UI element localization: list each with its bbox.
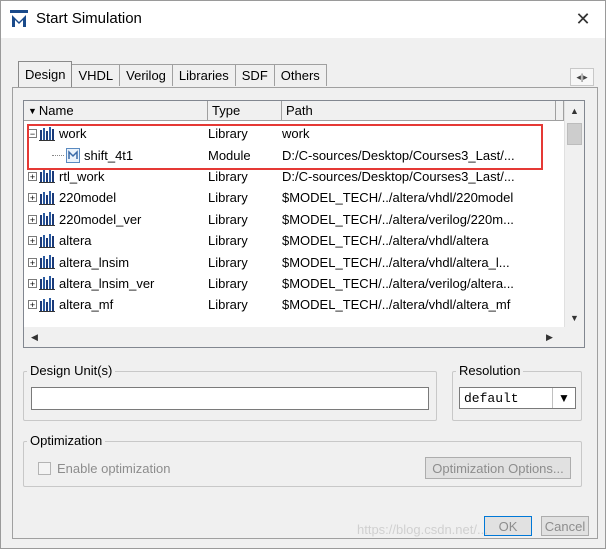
tab-vhdl[interactable]: VHDL bbox=[71, 64, 121, 86]
tree-row[interactable]: + altera_lnsim Library $MODEL_TECH/../al… bbox=[24, 251, 564, 272]
column-headers: ▼ Name Type Path bbox=[24, 101, 564, 121]
tab-scroll-icon: ◂|▸ bbox=[576, 71, 588, 82]
row-name: 220model bbox=[59, 190, 117, 206]
scroll-thumb[interactable] bbox=[567, 123, 582, 145]
tab-libraries[interactable]: Libraries bbox=[171, 64, 236, 86]
tree-row[interactable]: + altera_lnsim_ver Library $MODEL_TECH/.… bbox=[24, 273, 564, 294]
row-path: $MODEL_TECH/../altera/vhdl/220model bbox=[282, 190, 514, 206]
expand-icon[interactable]: + bbox=[28, 171, 37, 181]
cancel-button[interactable]: Cancel bbox=[541, 516, 589, 536]
row-path: $MODEL_TECH/../altera/vhdl/altera bbox=[282, 233, 489, 249]
tree-row[interactable]: + altera Library $MODEL_TECH/../altera/v… bbox=[24, 230, 564, 251]
window-title: Start Simulation bbox=[36, 10, 142, 27]
library-icon bbox=[39, 276, 55, 291]
row-path: $MODEL_TECH/../altera/vhdl/altera_l... bbox=[282, 254, 510, 270]
tab-design[interactable]: Design bbox=[18, 61, 73, 87]
expand-icon[interactable]: + bbox=[28, 278, 37, 288]
tree-rows: − work Library work shift_4t1 Module D:/… bbox=[24, 123, 564, 316]
scroll-left-icon[interactable]: ◀ bbox=[27, 330, 42, 344]
enable-optimization-row[interactable]: Enable optimization bbox=[38, 461, 170, 476]
tab-sdf[interactable]: SDF bbox=[234, 64, 275, 86]
collapse-icon[interactable]: − bbox=[28, 129, 37, 139]
column-header-type[interactable]: Type bbox=[208, 101, 282, 121]
row-name: altera bbox=[59, 233, 92, 249]
row-type: Module bbox=[208, 147, 251, 163]
vertical-scrollbar[interactable]: ▲ ▼ bbox=[564, 101, 584, 327]
tab-verilog[interactable]: Verilog bbox=[119, 64, 173, 86]
resolution-label: Resolution bbox=[456, 363, 524, 378]
row-path: D:/C-sources/Desktop/Courses3_Last/... bbox=[282, 168, 515, 184]
tree-row[interactable]: + 220model Library $MODEL_TECH/../altera… bbox=[24, 187, 564, 208]
optimization-label: Optimization bbox=[27, 433, 106, 448]
row-type: Library bbox=[208, 275, 248, 291]
row-path: work bbox=[282, 126, 310, 142]
row-name: work bbox=[59, 126, 87, 142]
tab-bar: Design VHDL Verilog Libraries SDF Others bbox=[18, 61, 327, 87]
row-type: Library bbox=[208, 297, 248, 313]
tab-others[interactable]: Others bbox=[273, 64, 327, 86]
expand-icon[interactable]: + bbox=[28, 257, 37, 267]
watermark-text: https://blog.csdn.net/... bbox=[357, 522, 488, 537]
row-name: altera_lnsim bbox=[59, 254, 130, 270]
row-path: $MODEL_TECH/../altera/verilog/220m... bbox=[282, 211, 514, 227]
row-type: Library bbox=[208, 168, 248, 184]
column-header-path[interactable]: Path bbox=[282, 101, 556, 121]
optimization-options-button[interactable]: Optimization Options... bbox=[425, 457, 571, 479]
row-name: 220model_ver bbox=[59, 211, 142, 227]
resolution-value: default bbox=[464, 390, 519, 406]
enable-optimization-checkbox[interactable] bbox=[38, 462, 51, 475]
design-units-label: Design Unit(s) bbox=[27, 363, 116, 378]
close-icon: ✕ bbox=[575, 8, 591, 29]
scroll-down-icon[interactable]: ▼ bbox=[567, 310, 582, 325]
row-name: altera_mf bbox=[59, 297, 114, 313]
row-name: rtl_work bbox=[59, 168, 105, 184]
column-header-filler bbox=[556, 101, 564, 121]
expand-icon[interactable]: + bbox=[28, 193, 37, 203]
row-type: Library bbox=[208, 233, 248, 249]
library-icon bbox=[39, 126, 55, 141]
tab-scroll-arrows[interactable]: ◂|▸ bbox=[570, 68, 594, 86]
tree-row[interactable]: + altera_mf Library $MODEL_TECH/../alter… bbox=[24, 294, 564, 315]
scroll-up-icon[interactable]: ▲ bbox=[567, 103, 582, 118]
row-type: Library bbox=[208, 254, 248, 270]
row-path: $MODEL_TECH/../altera/verilog/altera... bbox=[282, 275, 514, 291]
column-header-name[interactable]: ▼ Name bbox=[24, 101, 208, 121]
library-icon bbox=[39, 255, 55, 270]
tree-row[interactable]: shift_4t1 Module D:/C-sources/Desktop/Co… bbox=[24, 144, 564, 165]
library-icon bbox=[39, 233, 55, 248]
expand-icon[interactable]: + bbox=[28, 300, 37, 310]
library-icon bbox=[39, 169, 55, 184]
modelsim-m-icon bbox=[10, 10, 28, 27]
row-name: altera_lnsim_ver bbox=[59, 275, 155, 291]
resolution-select[interactable]: default ▼ bbox=[459, 387, 576, 409]
tree-row[interactable]: + 220model_ver Library $MODEL_TECH/../al… bbox=[24, 209, 564, 230]
module-icon bbox=[66, 147, 80, 163]
library-icon bbox=[39, 190, 55, 205]
dropdown-arrow-icon[interactable]: ▼ bbox=[552, 388, 575, 408]
row-type: Library bbox=[208, 126, 248, 142]
expand-icon[interactable]: + bbox=[28, 236, 37, 246]
row-name: shift_4t1 bbox=[84, 147, 134, 163]
close-button[interactable]: ✕ bbox=[560, 0, 606, 38]
library-icon bbox=[39, 297, 55, 312]
scroll-right-icon[interactable]: ▶ bbox=[542, 330, 557, 344]
tree-connector bbox=[52, 154, 64, 156]
row-path: $MODEL_TECH/../altera/vhdl/altera_mf bbox=[282, 297, 511, 313]
row-type: Library bbox=[208, 190, 248, 206]
row-type: Library bbox=[208, 211, 248, 227]
library-tree[interactable]: ▼ Name Type Path − work Library work shi… bbox=[23, 100, 585, 348]
tree-row[interactable]: + rtl_work Library D:/C-sources/Desktop/… bbox=[24, 166, 564, 187]
design-units-input[interactable] bbox=[31, 387, 429, 410]
library-icon bbox=[39, 212, 55, 227]
sort-down-icon: ▼ bbox=[28, 105, 37, 116]
horizontal-scrollbar[interactable]: ◀ ▶ bbox=[24, 327, 584, 347]
title-bar: Start Simulation ✕ bbox=[0, 0, 606, 38]
enable-optimization-label: Enable optimization bbox=[57, 461, 171, 476]
row-path: D:/C-sources/Desktop/Courses3_Last/... bbox=[282, 147, 515, 163]
ok-button[interactable]: OK bbox=[484, 516, 532, 536]
tree-row[interactable]: − work Library work bbox=[24, 123, 564, 144]
expand-icon[interactable]: + bbox=[28, 214, 37, 224]
